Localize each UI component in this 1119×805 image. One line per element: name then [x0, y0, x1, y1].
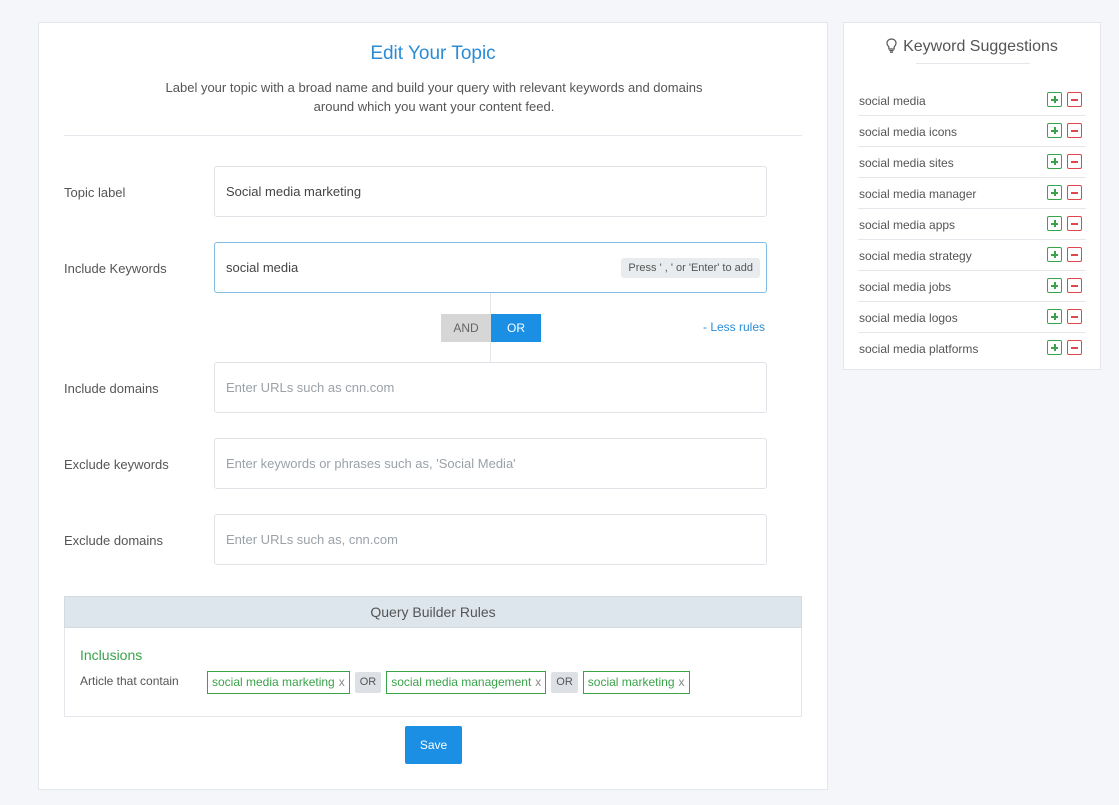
exclude-domains-label: Exclude domains	[64, 533, 163, 548]
add-suggestion-icon[interactable]	[1047, 340, 1062, 355]
suggestions-divider	[916, 63, 1030, 64]
suggestion-item: social media	[858, 85, 1086, 116]
remove-suggestion-icon[interactable]	[1067, 154, 1082, 169]
keyword-chip-label: social media marketing	[212, 675, 335, 689]
suggestion-label: social media platforms	[859, 342, 979, 356]
remove-suggestion-icon[interactable]	[1067, 340, 1082, 355]
query-builder-header: Query Builder Rules	[64, 596, 802, 628]
add-suggestion-icon[interactable]	[1047, 216, 1062, 231]
suggestion-label: social media apps	[859, 218, 956, 232]
less-rules-link[interactable]: - Less rules	[703, 320, 765, 334]
suggestion-label: social media icons	[859, 125, 958, 139]
exclude-domains-input[interactable]: Enter URLs such as, cnn.com	[214, 514, 767, 565]
save-button[interactable]: Save	[405, 726, 462, 764]
header-divider	[64, 135, 802, 136]
exclude-domains-placeholder: Enter URLs such as, cnn.com	[226, 532, 398, 547]
include-keywords-label: Include Keywords	[64, 261, 167, 276]
suggestions-list: social media social media icons social m…	[858, 85, 1086, 364]
suggestion-label: social media sites	[859, 156, 954, 170]
add-suggestion-icon[interactable]	[1047, 154, 1062, 169]
remove-suggestion-icon[interactable]	[1067, 247, 1082, 262]
chip-remove-icon[interactable]: x	[535, 672, 541, 693]
remove-suggestion-icon[interactable]	[1067, 216, 1082, 231]
remove-suggestion-icon[interactable]	[1067, 92, 1082, 107]
keyword-chip-label: social marketing	[587, 675, 675, 689]
include-domains-label: Include domains	[64, 381, 159, 396]
add-suggestion-icon[interactable]	[1047, 185, 1062, 200]
add-suggestion-icon[interactable]	[1047, 278, 1062, 293]
exclude-keywords-placeholder: Enter keywords or phrases such as, 'Soci…	[226, 456, 516, 471]
add-suggestion-icon[interactable]	[1047, 92, 1062, 107]
keyword-chip: social marketing x	[582, 671, 690, 694]
query-builder-body: Inclusions Article that contain social m…	[64, 628, 802, 717]
remove-suggestion-icon[interactable]	[1067, 278, 1082, 293]
or-badge: OR	[551, 672, 578, 693]
add-suggestion-icon[interactable]	[1047, 123, 1062, 138]
article-contain-label: Article that contain	[80, 674, 179, 688]
keyword-chip: social media management x	[386, 671, 547, 694]
topic-label-input[interactable]: Social media marketing	[214, 166, 767, 217]
chip-remove-icon[interactable]: x	[339, 672, 345, 693]
remove-suggestion-icon[interactable]	[1067, 185, 1082, 200]
keyword-chip: social media marketing x	[207, 671, 350, 694]
suggestion-item: social media manager	[858, 178, 1086, 209]
inclusion-chips: social media marketing x OR social media…	[207, 671, 690, 694]
and-toggle-button[interactable]: AND	[441, 314, 491, 342]
page-description: Label your topic with a broad name and b…	[165, 80, 703, 114]
include-keywords-value: social media	[226, 260, 299, 275]
exclude-keywords-input[interactable]: Enter keywords or phrases such as, 'Soci…	[214, 438, 767, 489]
suggestion-item: social media logos	[858, 302, 1086, 333]
suggestions-title: Keyword Suggestions	[844, 38, 1100, 58]
remove-suggestion-icon[interactable]	[1067, 123, 1082, 138]
suggestion-item: social media sites	[858, 147, 1086, 178]
add-suggestion-icon[interactable]	[1047, 247, 1062, 262]
keyword-chip-label: social media management	[391, 675, 532, 689]
suggestion-label: social media logos	[859, 311, 958, 325]
remove-suggestion-icon[interactable]	[1067, 309, 1082, 324]
keyword-suggestions-card: Keyword Suggestions social media social …	[843, 22, 1101, 370]
or-badge: OR	[354, 672, 382, 693]
include-keywords-input[interactable]: social media Press ' , ' or 'Enter' to a…	[214, 242, 767, 293]
include-domains-input[interactable]: Enter URLs such as cnn.com	[214, 362, 767, 413]
exclude-keywords-label: Exclude keywords	[64, 457, 169, 472]
include-domains-placeholder: Enter URLs such as cnn.com	[226, 380, 395, 395]
inclusions-heading: Inclusions	[80, 647, 143, 663]
keyword-entry-hint: Press ' , ' or 'Enter' to add	[621, 258, 760, 278]
topic-label-label: Topic label	[64, 185, 126, 200]
or-toggle-button[interactable]: OR	[491, 314, 541, 342]
lightbulb-icon	[886, 38, 897, 58]
page-title: Edit Your Topic	[370, 43, 496, 64]
suggestion-item: social media icons	[858, 116, 1086, 147]
add-suggestion-icon[interactable]	[1047, 309, 1062, 324]
suggestion-item: social media apps	[858, 209, 1086, 240]
edit-topic-card: Edit Your Topic Label your topic with a …	[38, 22, 828, 790]
suggestion-label: social media	[859, 94, 926, 108]
suggestion-item: social media jobs	[858, 271, 1086, 302]
chip-remove-icon[interactable]: x	[679, 672, 685, 693]
suggestions-title-text: Keyword Suggestions	[903, 38, 1058, 55]
suggestion-item: social media platforms	[858, 333, 1086, 364]
suggestion-label: social media strategy	[859, 249, 972, 263]
suggestion-label: social media manager	[859, 187, 977, 201]
suggestion-item: social media strategy	[858, 240, 1086, 271]
topic-label-value: Social media marketing	[226, 184, 362, 199]
suggestion-label: social media jobs	[859, 280, 952, 294]
